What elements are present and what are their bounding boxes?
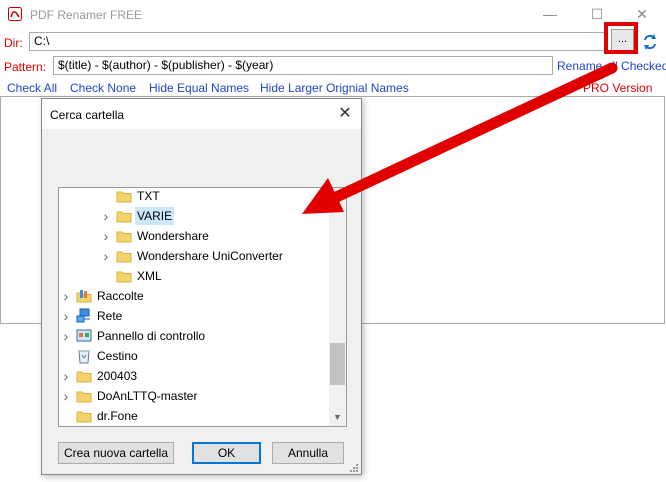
dialog-title-bar: Cerca cartella ✕ xyxy=(42,99,361,129)
hide-larger-names-link[interactable]: Hide Larger Orignial Names xyxy=(260,81,409,95)
title-bar: PDF Renamer FREE — ☐ ✕ xyxy=(0,0,666,30)
tree-item[interactable]: XML xyxy=(59,266,329,286)
cancel-button[interactable]: Annulla xyxy=(272,442,344,464)
tree-item-label: Raccolte xyxy=(97,289,144,303)
tree-item-label: 200403 xyxy=(97,369,138,383)
tree-item[interactable]: › Rete xyxy=(59,306,329,326)
tree-item[interactable]: › VARIE xyxy=(59,206,329,226)
tree-item-label: XML xyxy=(137,269,162,283)
tree-item-label: Pannello di controllo xyxy=(97,329,206,343)
tree-item-label: VARIE xyxy=(135,207,175,225)
new-folder-button[interactable]: Crea nuova cartella xyxy=(58,442,174,464)
refresh-icon[interactable] xyxy=(641,33,659,51)
check-all-link[interactable]: Check All xyxy=(7,81,57,95)
libraries-icon xyxy=(76,288,92,304)
close-button[interactable]: ✕ xyxy=(630,4,654,24)
ok-button[interactable]: OK xyxy=(192,442,261,464)
folder-icon xyxy=(116,268,132,284)
folder-icon xyxy=(116,248,132,264)
tree-item[interactable]: › DoAnLTTQ-master xyxy=(59,386,329,406)
folder-icon xyxy=(76,388,92,404)
tree-item[interactable]: › Pannello di controllo xyxy=(59,326,329,346)
folder-icon xyxy=(116,208,132,224)
expand-chevron-icon[interactable]: › xyxy=(101,206,111,226)
tree-item-label: Rete xyxy=(97,309,123,323)
expand-chevron-icon[interactable]: › xyxy=(61,286,71,306)
network-icon xyxy=(76,308,92,324)
scroll-down-icon[interactable]: ▼ xyxy=(329,409,346,426)
tree-item-label: Wondershare xyxy=(137,229,209,243)
dialog-close-button[interactable]: ✕ xyxy=(334,104,356,124)
control-panel-icon xyxy=(76,328,92,344)
expand-chevron-icon[interactable]: › xyxy=(101,226,111,246)
tree-item-label: Wondershare UniConverter xyxy=(137,249,283,263)
tree-item[interactable]: › Wondershare xyxy=(59,226,329,246)
folder-icon xyxy=(116,188,132,204)
scroll-thumb[interactable] xyxy=(330,343,345,385)
tree-item-label: TXT xyxy=(137,189,160,203)
browse-button[interactable]: ... xyxy=(611,29,634,51)
hide-equal-names-link[interactable]: Hide Equal Names xyxy=(149,81,249,95)
check-none-link[interactable]: Check None xyxy=(70,81,136,95)
window-title: PDF Renamer FREE xyxy=(30,8,143,22)
tree-item-label: dr.Fone xyxy=(97,409,138,423)
pdf-app-icon xyxy=(8,7,22,21)
rename-all-checked-link[interactable]: Rename all Checked xyxy=(557,59,666,73)
pattern-label: Pattern: xyxy=(4,60,47,74)
folder-icon xyxy=(76,368,92,384)
dir-input[interactable]: C:\ xyxy=(29,32,606,51)
tree-item-label: DoAnLTTQ-master xyxy=(97,389,198,403)
resize-grip-icon[interactable] xyxy=(347,461,359,473)
expand-chevron-icon[interactable]: › xyxy=(61,326,71,346)
tree-item[interactable]: › 200403 xyxy=(59,366,329,386)
scroll-up-icon[interactable]: ▲ xyxy=(329,188,346,205)
expand-chevron-icon[interactable]: › xyxy=(61,386,71,406)
browse-folder-dialog: Cerca cartella ✕ TXT › VARIE › Wondershare › W… xyxy=(41,98,362,475)
pattern-input[interactable]: $(title) - $(author) - $(publisher) - $(… xyxy=(53,56,553,75)
expand-chevron-icon[interactable]: › xyxy=(61,306,71,326)
dialog-title: Cerca cartella xyxy=(50,108,125,122)
minimize-button[interactable]: — xyxy=(538,4,562,24)
dir-label: Dir: xyxy=(4,36,23,50)
folder-icon xyxy=(116,228,132,244)
tree-item-label: Cestino xyxy=(97,349,138,363)
recycle-bin-icon xyxy=(76,348,92,364)
maximize-button[interactable]: ☐ xyxy=(585,4,609,24)
folder-icon xyxy=(76,408,92,424)
tree-item[interactable]: › Raccolte xyxy=(59,286,329,306)
tree-item[interactable]: TXT xyxy=(59,188,329,206)
tree-item[interactable]: dr.Fone xyxy=(59,406,329,426)
expand-chevron-icon[interactable]: › xyxy=(61,366,71,386)
tree-scrollbar[interactable]: ▲ ▼ xyxy=(329,188,346,426)
tree-item[interactable]: › Wondershare UniConverter xyxy=(59,246,329,266)
pro-version-link[interactable]: PRO Version xyxy=(583,81,652,95)
expand-chevron-icon[interactable]: › xyxy=(101,246,111,266)
tree-item[interactable]: Cestino xyxy=(59,346,329,366)
folder-tree[interactable]: TXT › VARIE › Wondershare › Wondershare UniCon… xyxy=(58,187,347,427)
